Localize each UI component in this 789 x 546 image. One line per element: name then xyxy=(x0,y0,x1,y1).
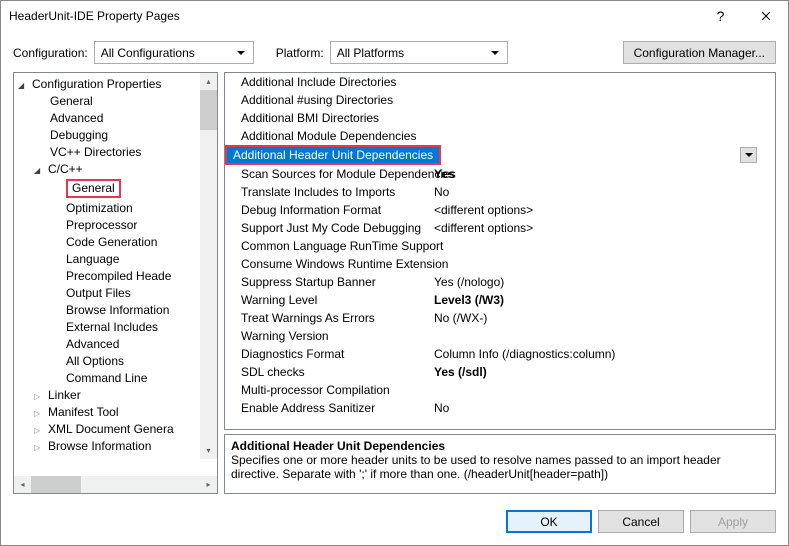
prop-row[interactable]: Additional #using Directories xyxy=(225,91,775,109)
tree-item-ccpp[interactable]: C/C++ xyxy=(14,160,217,177)
apply-button[interactable]: Apply xyxy=(690,510,776,533)
caret-closed-icon xyxy=(34,405,48,419)
tree-item-ccpp-codegen[interactable]: Code Generation xyxy=(14,233,217,250)
prop-row[interactable]: Debug Information Format<different optio… xyxy=(225,201,775,219)
scroll-thumb[interactable] xyxy=(31,476,81,493)
property-grid: Additional Include Directories Additiona… xyxy=(224,72,776,430)
tree-item-ccpp-extincl[interactable]: External Includes xyxy=(14,318,217,335)
tree-item-ccpp-optimization[interactable]: Optimization xyxy=(14,199,217,216)
platform-label: Platform: xyxy=(276,46,324,60)
prop-row[interactable]: Diagnostics FormatColumn Info (/diagnost… xyxy=(225,345,775,363)
prop-row[interactable]: Consume Windows Runtime Extension xyxy=(225,255,775,273)
prop-row[interactable]: Additional BMI Directories xyxy=(225,109,775,127)
tree-item-xmldoc[interactable]: XML Document Genera xyxy=(14,420,217,437)
configuration-label: Configuration: xyxy=(13,46,88,60)
tree-scrollbar-vertical[interactable]: ▴ ▾ xyxy=(200,73,217,459)
prop-row[interactable]: Multi-processor Compilation xyxy=(225,381,775,399)
cancel-button[interactable]: Cancel xyxy=(598,510,684,533)
platform-select[interactable]: All Platforms xyxy=(330,41,508,64)
tree-item-ccpp-allopts[interactable]: All Options xyxy=(14,352,217,369)
tree-item-config-props[interactable]: Configuration Properties xyxy=(14,75,217,92)
description-text: Specifies one or more header units to be… xyxy=(231,453,769,481)
tree-scrollbar-horizontal[interactable]: ◂ ▸ xyxy=(14,476,217,493)
configuration-manager-button[interactable]: Configuration Manager... xyxy=(623,41,776,64)
caret-closed-icon xyxy=(34,388,48,402)
close-button[interactable] xyxy=(743,1,788,31)
prop-row[interactable]: SDL checksYes (/sdl) xyxy=(225,363,775,381)
tree-item-ccpp-language[interactable]: Language xyxy=(14,250,217,267)
scroll-thumb[interactable] xyxy=(200,90,217,130)
tree-item-advanced[interactable]: Advanced xyxy=(14,109,217,126)
prop-row-selected[interactable]: Additional Header Unit Dependencies xyxy=(229,146,757,164)
dropdown-button[interactable] xyxy=(740,147,757,163)
tree-panel: Configuration Properties General Advance… xyxy=(13,72,218,494)
scroll-right-icon: ▸ xyxy=(200,480,217,489)
window-title: HeaderUnit-IDE Property Pages xyxy=(9,9,698,23)
prop-row[interactable]: Additional Module Dependencies xyxy=(225,127,775,145)
titlebar: HeaderUnit-IDE Property Pages ? xyxy=(1,1,788,31)
prop-row[interactable]: Treat Warnings As ErrorsNo (/WX-) xyxy=(225,309,775,327)
prop-row[interactable]: Warning Version xyxy=(225,327,775,345)
prop-row[interactable]: Additional Include Directories xyxy=(225,73,775,91)
scroll-up-icon: ▴ xyxy=(200,73,217,90)
close-icon xyxy=(761,11,771,21)
tree-item-ccpp-browse[interactable]: Browse Information xyxy=(14,301,217,318)
caret-open-icon xyxy=(34,162,48,176)
description-title: Additional Header Unit Dependencies xyxy=(231,439,769,453)
prop-row[interactable]: Scan Sources for Module DependenciesYes xyxy=(225,165,775,183)
caret-open-icon xyxy=(18,77,32,91)
prop-row[interactable]: Translate Includes to ImportsNo xyxy=(225,183,775,201)
tree-item-ccpp-advanced[interactable]: Advanced xyxy=(14,335,217,352)
tree-item-ccpp-pch[interactable]: Precompiled Heade xyxy=(14,267,217,284)
help-button[interactable]: ? xyxy=(698,1,743,31)
caret-closed-icon xyxy=(34,422,48,436)
tree-item-debugging[interactable]: Debugging xyxy=(14,126,217,143)
config-bar: Configuration: All Configurations Platfo… xyxy=(1,31,788,72)
tree-item-ccpp-cmdline[interactable]: Command Line xyxy=(14,369,217,386)
configuration-select[interactable]: All Configurations xyxy=(94,41,254,64)
tree-item-linker[interactable]: Linker xyxy=(14,386,217,403)
selected-prop-label: Additional Header Unit Dependencies xyxy=(225,145,441,165)
ok-button[interactable]: OK xyxy=(506,510,592,533)
tree-item-general[interactable]: General xyxy=(14,92,217,109)
tree-item-ccpp-preprocessor[interactable]: Preprocessor xyxy=(14,216,217,233)
tree-item-ccpp-general[interactable]: General xyxy=(14,177,217,199)
tree-item-ccpp-output[interactable]: Output Files xyxy=(14,284,217,301)
caret-closed-icon xyxy=(34,439,48,453)
tree-item-manifest[interactable]: Manifest Tool xyxy=(14,403,217,420)
scroll-down-icon: ▾ xyxy=(200,442,217,459)
prop-row[interactable]: Enable Address SanitizerNo xyxy=(225,399,775,417)
prop-row[interactable]: Warning LevelLevel3 (/W3) xyxy=(225,291,775,309)
tree-item-browseinfo[interactable]: Browse Information xyxy=(14,437,217,454)
prop-row[interactable]: Suppress Startup BannerYes (/nologo) xyxy=(225,273,775,291)
tree-item-vcdirs[interactable]: VC++ Directories xyxy=(14,143,217,160)
prop-row[interactable]: Common Language RunTime Support xyxy=(225,237,775,255)
description-panel: Additional Header Unit Dependencies Spec… xyxy=(224,434,776,494)
footer: OK Cancel Apply xyxy=(1,502,788,545)
prop-row[interactable]: Support Just My Code Debugging<different… xyxy=(225,219,775,237)
scroll-left-icon: ◂ xyxy=(14,480,31,489)
